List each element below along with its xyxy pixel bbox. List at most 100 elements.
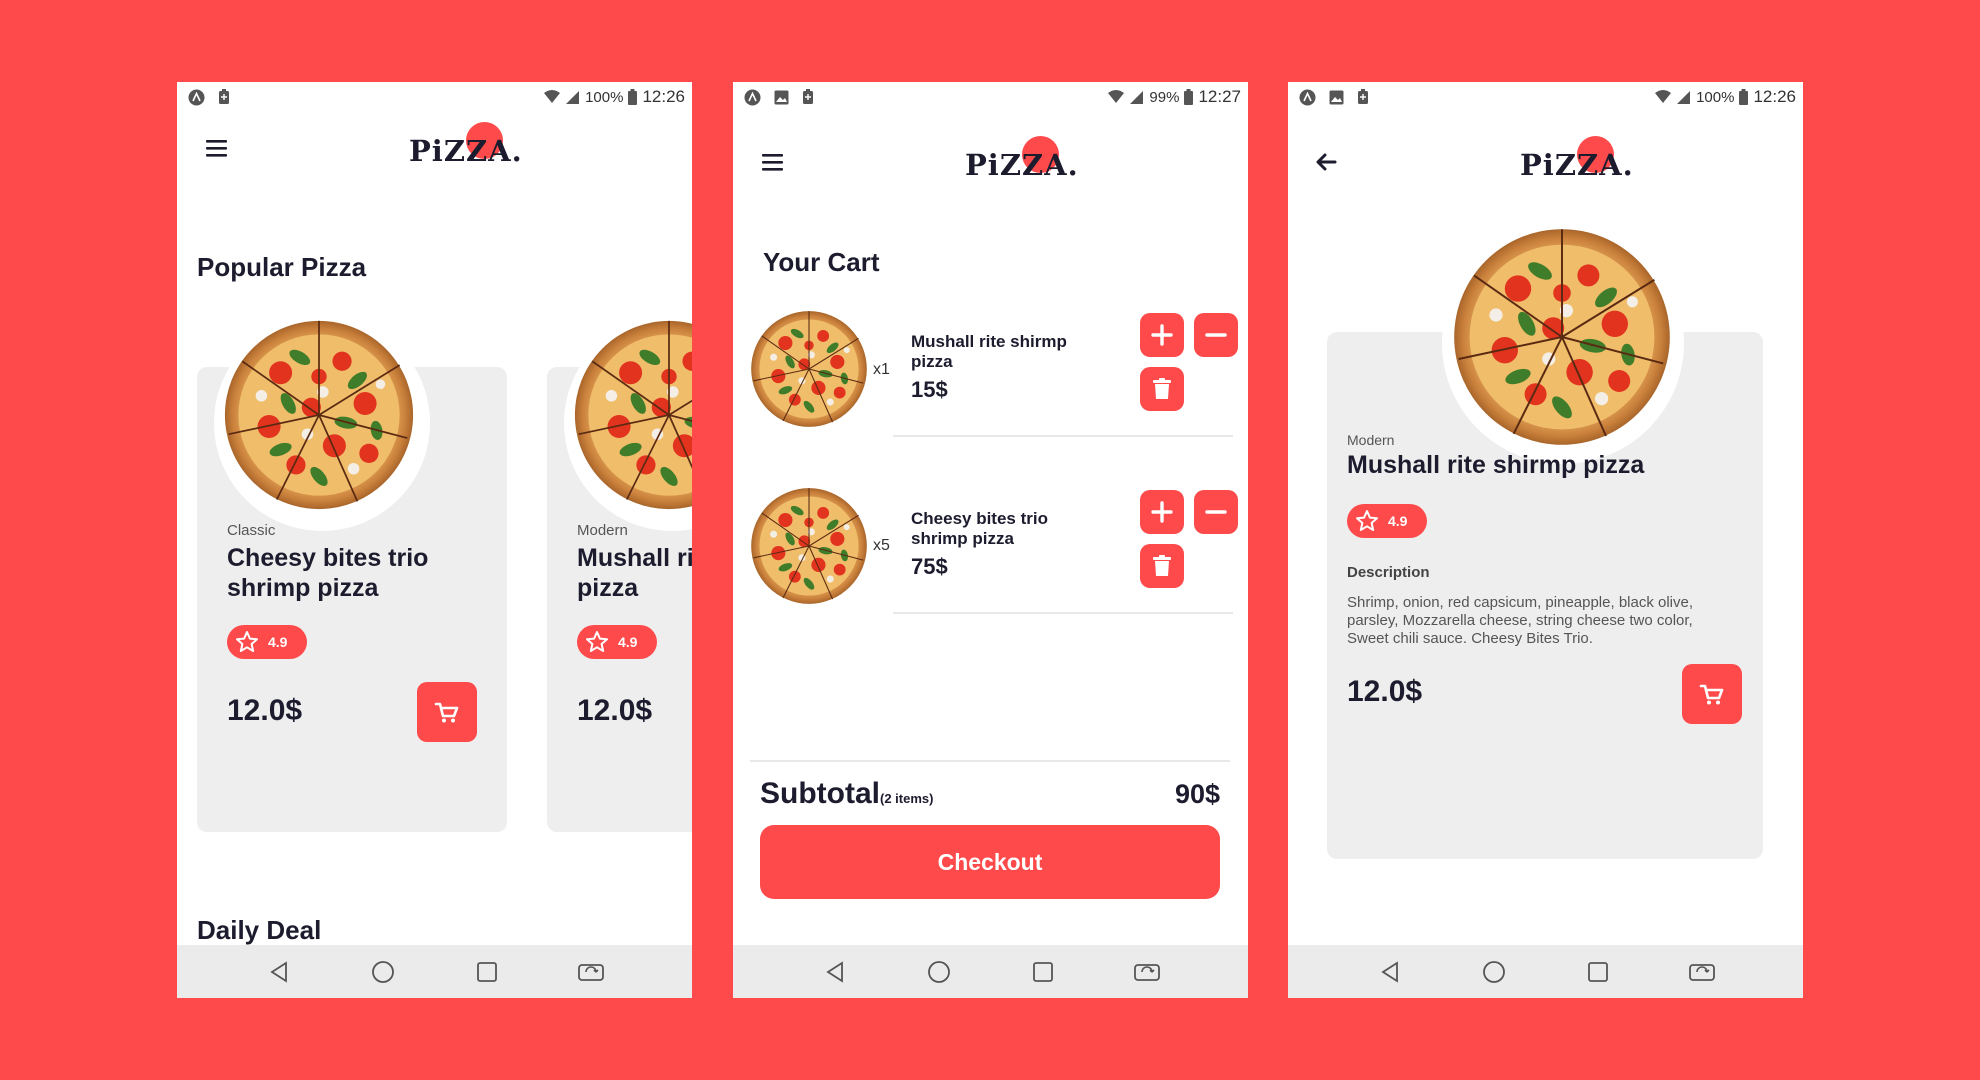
status-bar: 100% 12:26	[177, 82, 692, 112]
pizza-image	[1453, 228, 1671, 446]
cart-screen: 99% 12:27 PiZZA. Your Cart x1 Mushall ri…	[733, 82, 1248, 998]
pizza-name: Mushall rite shirmp pizza	[577, 544, 692, 602]
pizza-card[interactable]: Modern Mushall rite shirmp pizza 4.9 12.…	[547, 315, 692, 832]
battery-icon	[1184, 89, 1194, 105]
nav-back-button[interactable]	[1373, 955, 1407, 989]
signal-icon	[1129, 90, 1144, 105]
pizza-category: Modern	[577, 522, 628, 539]
home-circle-icon	[1482, 960, 1505, 983]
logo: PiZZA.	[1520, 136, 1633, 186]
add-to-cart-button[interactable]	[417, 682, 477, 742]
logo: PiZZA.	[965, 136, 1078, 186]
rotate-screen-icon	[577, 963, 604, 981]
item-price: 75$	[911, 554, 948, 579]
pizza-card[interactable]: Classic Cheesy bites trio shrimp pizza 4…	[197, 315, 507, 832]
battery-saver-icon	[1357, 89, 1369, 105]
rating-badge: 4.9	[577, 625, 657, 659]
nav-home-button[interactable]	[1477, 955, 1511, 989]
app-notification-icon	[744, 89, 761, 106]
nav-recents-button[interactable]	[1581, 955, 1615, 989]
wifi-icon	[544, 90, 561, 104]
clock: 12:27	[1198, 87, 1241, 106]
hamburger-icon	[762, 154, 783, 171]
divider	[893, 612, 1233, 614]
signal-icon	[1676, 90, 1691, 105]
rating-badge: 4.9	[1347, 504, 1427, 538]
hamburger-icon	[206, 140, 227, 157]
plus-icon	[1151, 501, 1173, 523]
checkout-button[interactable]: Checkout	[760, 825, 1220, 899]
status-bar: 100% 12:26	[1288, 82, 1803, 112]
divider	[750, 760, 1230, 762]
image-icon	[1329, 90, 1344, 105]
clock: 12:26	[642, 87, 685, 106]
pizza-category: Modern	[1347, 432, 1395, 448]
battery-icon	[1739, 89, 1749, 105]
system-nav-bar	[1288, 945, 1803, 998]
description-text: Shrimp, onion, red capsicum, pineapple, …	[1347, 594, 1694, 647]
battery-percent: 99%	[1149, 88, 1180, 106]
page-title: Your Cart	[763, 247, 880, 277]
logo: PiZZA.	[409, 122, 522, 172]
description-label: Description	[1347, 564, 1430, 581]
pizza-price: 12.0$	[227, 694, 303, 727]
trash-icon	[1153, 555, 1171, 576]
nav-back-button[interactable]	[818, 955, 852, 989]
star-icon	[586, 631, 608, 652]
clock: 12:26	[1753, 87, 1796, 106]
subtotal-label: Subtotal(2 items)	[760, 777, 934, 810]
system-nav-bar	[733, 945, 1248, 998]
cart-icon	[1699, 684, 1724, 706]
cart-item-image	[750, 310, 868, 428]
add-to-cart-button[interactable]	[1682, 664, 1742, 724]
divider	[893, 435, 1233, 437]
detail-screen: 100% 12:26 PiZZA. Modern Mushall rite sh…	[1288, 82, 1803, 998]
plus-icon	[1151, 324, 1173, 346]
item-quantity: x1	[873, 361, 890, 378]
nav-rotate-button[interactable]	[1130, 955, 1164, 989]
minus-icon	[1205, 333, 1227, 337]
battery-saver-icon	[802, 89, 814, 105]
app-notification-icon	[1299, 89, 1316, 106]
system-nav-bar	[177, 945, 692, 998]
arrow-left-icon	[1316, 153, 1337, 171]
rotate-screen-icon	[1133, 963, 1160, 981]
nav-home-button[interactable]	[922, 955, 956, 989]
nav-home-button[interactable]	[366, 955, 400, 989]
remove-item-button[interactable]	[1140, 544, 1184, 588]
cart-item-image	[750, 487, 868, 605]
nav-rotate-button[interactable]	[574, 955, 608, 989]
cart-icon	[434, 702, 459, 724]
battery-saver-icon	[218, 89, 230, 105]
increase-quantity-button[interactable]	[1140, 490, 1184, 534]
decrease-quantity-button[interactable]	[1194, 490, 1238, 534]
nav-recents-button[interactable]	[1026, 955, 1060, 989]
menu-button[interactable]	[197, 128, 237, 168]
minus-icon	[1205, 510, 1227, 514]
trash-icon	[1153, 378, 1171, 399]
rotate-screen-icon	[1688, 963, 1715, 981]
home-circle-icon	[927, 960, 950, 983]
battery-percent: 100%	[1696, 88, 1735, 106]
status-bar: 99% 12:27	[733, 82, 1248, 112]
pizza-name: Mushall rite shirmp pizza	[1347, 451, 1645, 479]
pizza-name: Cheesy bites trio shrimp pizza	[227, 544, 429, 602]
increase-quantity-button[interactable]	[1140, 313, 1184, 357]
pizza-price: 12.0$	[1347, 675, 1423, 708]
item-price: 15$	[911, 377, 948, 402]
decrease-quantity-button[interactable]	[1194, 313, 1238, 357]
home-circle-icon	[371, 960, 394, 983]
signal-icon	[565, 90, 580, 105]
recents-square-icon	[476, 961, 497, 982]
section-title-daily-deal: Daily Deal	[197, 915, 322, 945]
back-button[interactable]	[1306, 142, 1346, 182]
menu-button[interactable]	[753, 142, 793, 182]
wifi-icon	[1108, 90, 1125, 104]
nav-recents-button[interactable]	[470, 955, 504, 989]
remove-item-button[interactable]	[1140, 367, 1184, 411]
back-triangle-icon	[825, 960, 843, 983]
nav-rotate-button[interactable]	[1685, 955, 1719, 989]
pizza-price: 12.0$	[577, 694, 653, 727]
nav-back-button[interactable]	[262, 955, 296, 989]
rating-badge: 4.9	[227, 625, 307, 659]
